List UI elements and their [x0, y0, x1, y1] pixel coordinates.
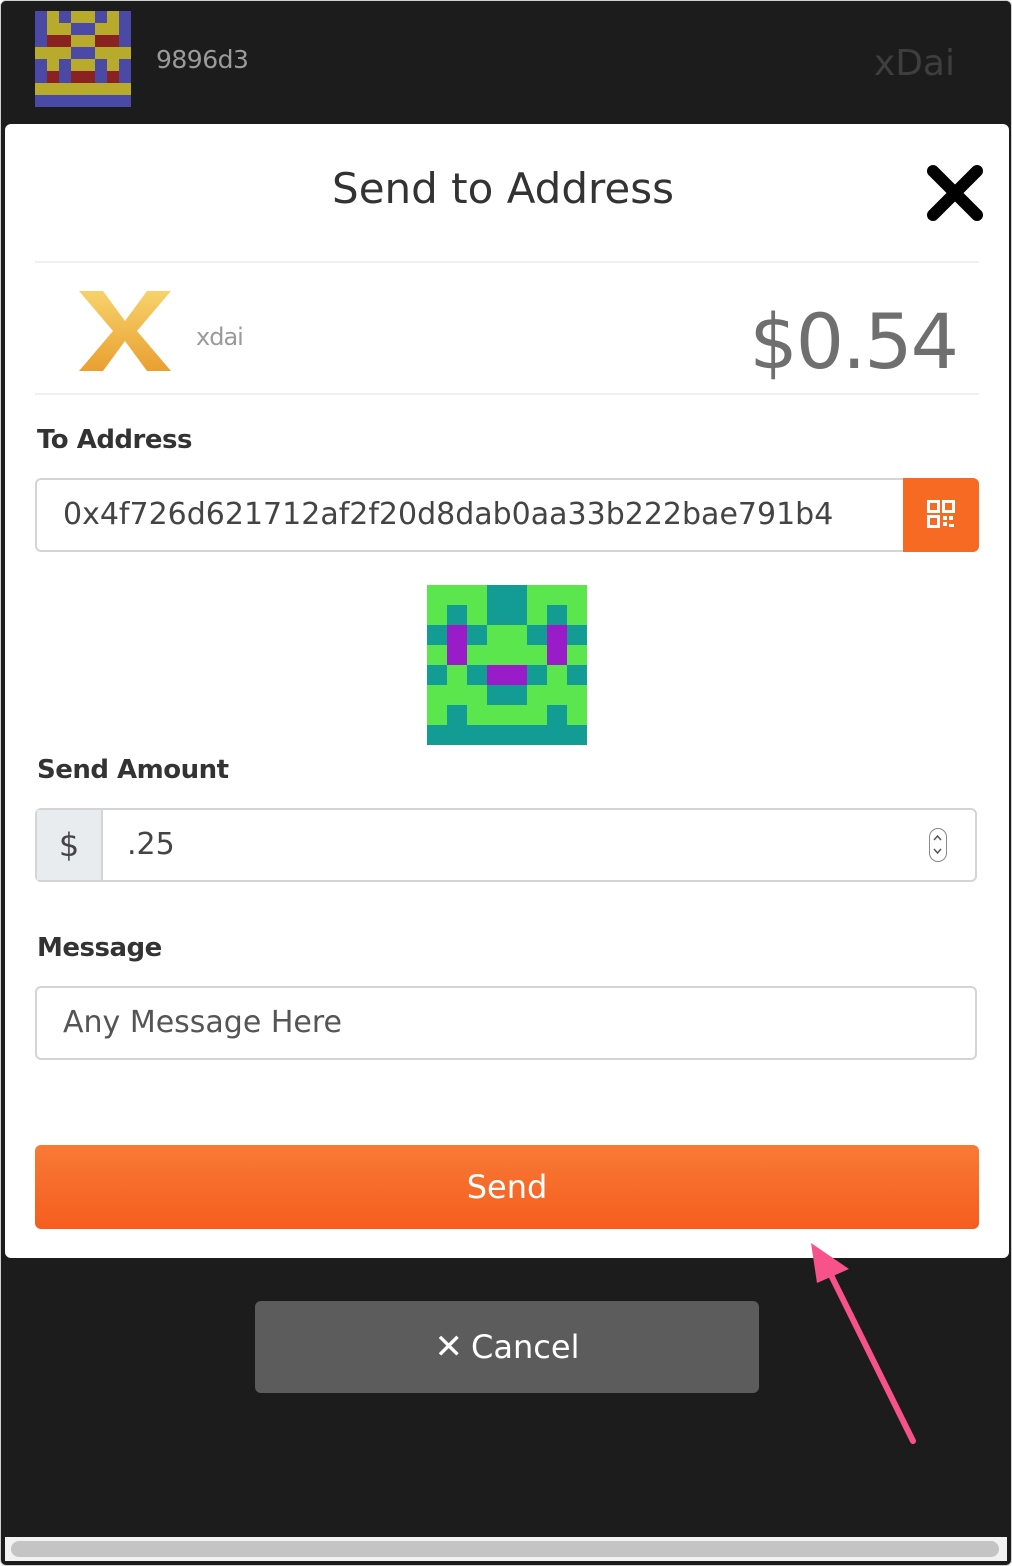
modal-title: Send to Address — [332, 164, 674, 213]
cancel-button[interactable]: ✕ Cancel — [255, 1301, 759, 1393]
cancel-label: Cancel — [471, 1328, 580, 1366]
account-avatar[interactable] — [35, 11, 131, 107]
network-name: xDai — [873, 43, 955, 84]
annotation-arrow-icon — [801, 1239, 931, 1449]
send-button[interactable]: Send — [35, 1145, 979, 1229]
token-balance: $0.54 — [749, 297, 959, 386]
qr-code-icon — [927, 500, 955, 528]
message-label: Message — [37, 933, 162, 963]
close-icon[interactable] — [923, 161, 987, 225]
send-amount-label: Send Amount — [37, 755, 229, 785]
app-frame: 9896d3 xDai Send to Address xdai $0.54 T… — [0, 0, 1012, 1566]
close-x-icon: ✕ — [434, 1327, 464, 1367]
send-amount-input[interactable]: $ .25 — [35, 808, 977, 882]
to-address-input[interactable]: 0x4f726d621712af2f20d8dab0aa33b222bae791… — [35, 478, 905, 552]
scan-qr-button[interactable] — [903, 478, 979, 552]
token-symbol: xdai — [196, 323, 244, 351]
recipient-identicon — [427, 585, 587, 745]
currency-addon: $ — [37, 810, 103, 880]
message-input[interactable]: Any Message Here — [35, 986, 977, 1060]
send-amount-value: .25 — [127, 827, 175, 862]
account-name: 9896d3 — [156, 45, 249, 74]
xdai-x-logo-icon — [79, 291, 171, 371]
divider — [35, 393, 979, 395]
number-stepper[interactable] — [929, 828, 947, 862]
to-address-value: 0x4f726d621712af2f20d8dab0aa33b222bae791… — [63, 497, 834, 532]
horizontal-scrollbar[interactable] — [11, 1541, 999, 1557]
to-address-label: To Address — [37, 425, 192, 455]
divider — [35, 261, 979, 263]
message-placeholder: Any Message Here — [63, 1005, 342, 1040]
top-bar: 9896d3 xDai — [1, 1, 1011, 123]
